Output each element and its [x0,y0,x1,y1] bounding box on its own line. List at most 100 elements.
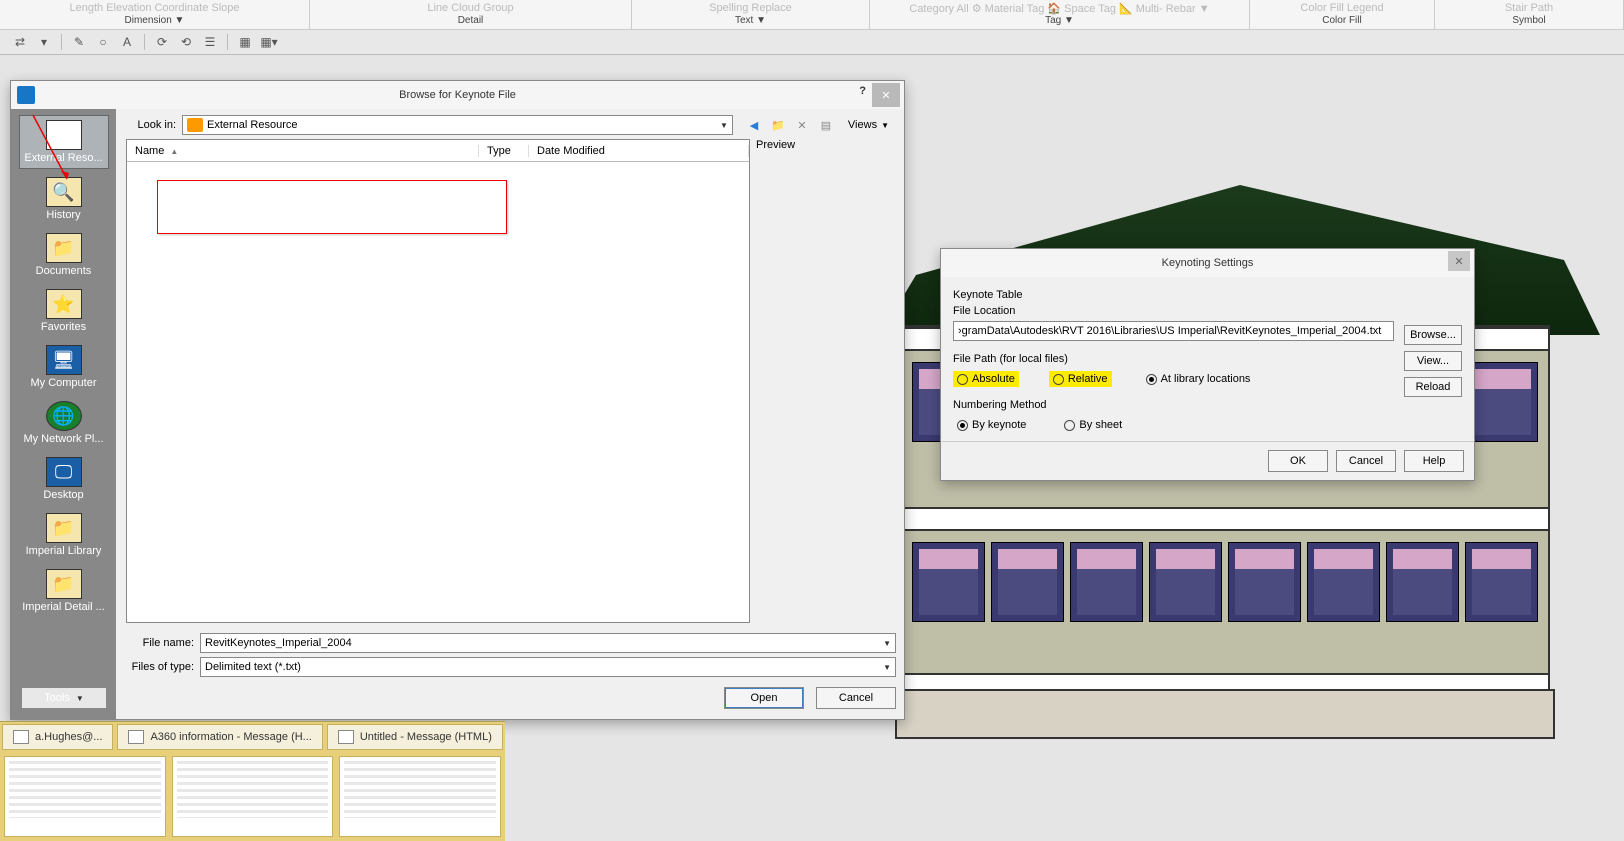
qa-icon-3[interactable]: ✎ [69,33,89,51]
place-imperial-detail[interactable]: 📁 Imperial Detail ... [19,565,109,617]
computer-icon: 🖥 [46,345,82,375]
list-header: Name▲ Type Date Modified [127,140,749,162]
place-network[interactable]: 🌐 My Network Pl... [19,397,109,449]
ok-button[interactable]: OK [1268,450,1328,472]
taskbar-tab-2[interactable]: A360 information - Message (H... [117,724,322,750]
preview-box [756,155,896,595]
file-area: Look in: External Resource ◀ 📁 ✕ ▤ Views… [116,109,904,719]
taskbar-tab-1[interactable]: a.Hughes@... [2,724,113,750]
col-type[interactable]: Type [479,145,529,157]
ribbon: Length Elevation Coordinate Slope Dimens… [0,0,1624,30]
filetype-label: Files of type: [126,661,194,673]
ribbon-group-text: Spelling Replace Text ▼ [632,0,870,29]
help-button[interactable]: Help [1404,450,1464,472]
qa-icon-4[interactable]: ○ [93,33,113,51]
radio-absolute[interactable]: Absolute [953,371,1019,387]
mail-icon [338,730,354,744]
radio-by-keynote[interactable]: By keynote [953,417,1030,433]
ribbon-group-symbol: Stair Path Symbol [1435,0,1624,29]
places-bar: ☁ External Reso... 🔍 History 📁 Documents… [11,109,116,719]
place-my-computer[interactable]: 🖥 My Computer [19,341,109,393]
radio-icon [1053,374,1064,385]
ribbon-group-colorfill: Color Fill Legend Color Fill [1250,0,1435,29]
desktop-icon: 🖵 [46,457,82,487]
taskbar-thumb-1[interactable] [4,756,166,837]
filename-label: File name: [126,637,194,649]
ribbon-group-tag: Category All ⚙ Material Tag 🏠 Space Tag … [870,0,1250,29]
tools-button[interactable]: Tools [21,687,107,709]
qa-icon-6[interactable]: ⟳ [152,33,172,51]
kn-title: Keynoting Settings [1162,257,1254,269]
radio-library[interactable]: At library locations [1142,371,1255,387]
place-desktop[interactable]: 🖵 Desktop [19,453,109,505]
text-panel-label[interactable]: Text ▼ [735,15,766,29]
cancel-button[interactable]: Cancel [816,687,896,709]
taskbar-tab-3[interactable]: Untitled - Message (HTML) [327,724,503,750]
filename-field[interactable]: RevitKeynotes_Imperial_2004 [200,633,896,653]
lookin-label: Look in: [126,119,176,131]
arrow-annotation [31,113,71,183]
qa-icon-10[interactable]: ▦▾ [259,33,279,51]
app-icon [17,86,35,104]
dimension-panel-label[interactable]: Dimension ▼ [125,15,185,29]
radio-icon [957,420,968,431]
filetype-field[interactable]: Delimited text (*.txt) [200,657,896,677]
place-imperial-library[interactable]: 📁 Imperial Library [19,509,109,561]
up-folder-icon[interactable]: 📁 [769,116,787,134]
keynote-table-label: Keynote Table [953,289,1394,301]
close-icon[interactable]: ✕ [1448,251,1470,271]
views-button[interactable]: Views [841,116,896,134]
radio-by-sheet[interactable]: By sheet [1060,417,1126,433]
tag-panel-label[interactable]: Tag ▼ [1045,15,1074,29]
col-date[interactable]: Date Modified [529,145,749,157]
quick-access-bar: ⇄ ▾ ✎ ○ A ⟳ ⟲ ☰ ▦ ▦▾ [0,30,1624,55]
ribbon-group-dimension: Length Elevation Coordinate Slope Dimens… [0,0,310,29]
radio-icon [1146,374,1157,385]
qa-icon-7[interactable]: ⟲ [176,33,196,51]
kn-title-bar: Keynoting Settings ✕ [941,249,1474,277]
close-icon[interactable]: ✕ [872,83,900,107]
network-icon: 🌐 [46,401,82,431]
colorfill-panel-label: Color Fill [1322,15,1361,29]
qa-icon-2[interactable]: ▾ [34,33,54,51]
browse-dialog: Browse for Keynote File ? ✕ ☁ External R… [10,80,905,720]
browse-title-bar: Browse for Keynote File ? ✕ [11,81,904,109]
file-list[interactable]: Name▲ Type Date Modified [126,139,750,623]
help-icon[interactable]: ? [859,85,866,97]
back-icon[interactable]: ◀ [745,116,763,134]
resource-icon [187,118,203,132]
col-name[interactable]: Name▲ [127,145,479,157]
delete-icon[interactable]: ✕ [793,116,811,134]
qa-icon-8[interactable]: ☰ [200,33,220,51]
view-button[interactable]: View... [1404,351,1462,371]
taskbar-thumb-3[interactable] [339,756,501,837]
taskbar: a.Hughes@... A360 information - Message … [0,721,505,841]
radio-icon [957,374,968,385]
star-folder-icon: ⭐ [46,289,82,319]
cancel-button[interactable]: Cancel [1336,450,1396,472]
open-button[interactable]: Open [724,687,804,709]
qa-icon-9[interactable]: ▦ [235,33,255,51]
keynoting-settings-dialog: Keynoting Settings ✕ Keynote Table File … [940,248,1475,481]
place-favorites[interactable]: ⭐ Favorites [19,285,109,337]
reload-button[interactable]: Reload [1404,377,1462,397]
folder-icon: 📁 [46,513,82,543]
file-location-label: File Location [953,305,1394,317]
taskbar-thumb-2[interactable] [172,756,334,837]
detail-panel-label: Detail [458,15,484,29]
radio-relative[interactable]: Relative [1049,371,1112,387]
browse-title: Browse for Keynote File [399,89,516,101]
qa-icon-1[interactable]: ⇄ [10,33,30,51]
lookin-combo[interactable]: External Resource [182,115,733,135]
new-folder-icon[interactable]: ▤ [817,116,835,134]
file-location-field[interactable] [953,321,1394,341]
preview-label: Preview [756,139,896,151]
place-documents[interactable]: 📁 Documents [19,229,109,281]
mail-icon [128,730,144,744]
red-annotation-box [157,180,507,234]
ribbon-group-detail: Line Cloud Group Detail [310,0,632,29]
qa-icon-5[interactable]: A [117,33,137,51]
radio-icon [1064,420,1075,431]
browse-button[interactable]: Browse... [1404,325,1462,345]
folder-icon: 📁 [46,569,82,599]
